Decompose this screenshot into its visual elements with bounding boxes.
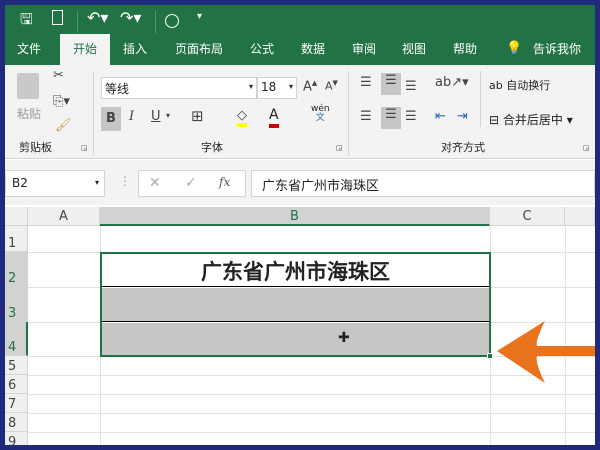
column-header-b[interactable]: B	[100, 207, 490, 226]
tab-home[interactable]: 开始	[60, 34, 111, 65]
row-header-8[interactable]: 8	[5, 413, 28, 432]
row-header-1[interactable]: 1	[5, 226, 28, 252]
merge-center-label: 合并后居中	[502, 113, 563, 127]
font-color-icon[interactable]: A	[269, 107, 279, 128]
decrease-indent-icon[interactable]: ⇤	[435, 109, 446, 124]
bold-button[interactable]: B	[101, 107, 121, 131]
tab-file[interactable]: 文件	[9, 34, 49, 65]
copy-icon[interactable]: ⎘▾	[53, 94, 70, 109]
tab-review[interactable]: 审阅	[344, 34, 384, 65]
align-bottom-icon[interactable]: ☰	[405, 79, 417, 94]
lightbulb-icon: 💡	[506, 41, 523, 56]
customize-icon[interactable]: ▾	[197, 11, 202, 22]
increase-indent-icon[interactable]: ⇥	[457, 109, 468, 124]
merge-center-button[interactable]: ⊟ 合并后居中 ▾	[489, 111, 573, 128]
wrap-text-label: 自动换行	[506, 79, 551, 92]
column-header-a[interactable]: A	[28, 207, 100, 226]
undo-icon[interactable]: ↶▾	[87, 8, 108, 27]
insert-function-icon[interactable]: fx	[219, 175, 230, 189]
underline-button[interactable]: U	[151, 109, 161, 124]
row-header-7[interactable]: 7	[5, 394, 28, 413]
more-icon: ⋮	[119, 174, 131, 188]
wrap-text-button[interactable]: ab 自动换行	[489, 77, 550, 93]
dialog-launcher-icon[interactable]: ◲	[336, 144, 343, 152]
align-top-icon[interactable]: ☰	[360, 75, 372, 90]
tab-insert[interactable]: 插入	[115, 34, 155, 65]
row-header-3[interactable]: 3	[5, 287, 28, 322]
fill-handle[interactable]	[487, 353, 493, 359]
clipboard-group-label: 剪贴板	[19, 141, 52, 154]
dialog-launcher-icon[interactable]: ◲	[81, 144, 88, 152]
new-file-icon[interactable]	[52, 10, 63, 25]
quick-access-toolbar: 🖫 ↶▾ ↷▾ ▾	[5, 5, 595, 34]
tab-page-layout[interactable]: 页面布局	[167, 34, 231, 65]
row-header-5[interactable]: 5	[5, 356, 28, 375]
align-left-icon[interactable]: ☰	[360, 109, 372, 124]
cut-icon[interactable]: ✂	[53, 68, 64, 83]
decrease-font-icon[interactable]: A▼	[325, 79, 338, 93]
selected-range-b2-b4[interactable]: 广东省广州市海珠区 ✚	[100, 252, 493, 359]
font-name-select[interactable]: 等线 ▾	[101, 77, 257, 99]
align-middle-icon[interactable]: ☰	[381, 73, 401, 95]
column-header-d[interactable]	[565, 207, 595, 226]
cell-cursor-icon: ✚	[338, 330, 350, 346]
tab-data[interactable]: 数据	[293, 34, 333, 65]
formula-bar: B2 ▾ ⋮ ✕ ✓ fx 广东省广州市海珠区	[5, 160, 595, 205]
tell-me-search[interactable]: 告诉我你想	[525, 34, 595, 87]
chevron-down-icon[interactable]: ▾	[166, 111, 170, 120]
phonetic-guide-button[interactable]: wén 文	[311, 105, 330, 123]
row-header-6[interactable]: 6	[5, 375, 28, 394]
circle-icon[interactable]	[165, 14, 179, 28]
cancel-icon[interactable]: ✕	[149, 175, 161, 191]
redo-icon[interactable]: ↷▾	[120, 8, 141, 27]
tab-formulas[interactable]: 公式	[242, 34, 282, 65]
font-name-value: 等线	[105, 82, 130, 96]
name-box[interactable]: B2 ▾	[5, 170, 105, 197]
ribbon-tabs: 文件 开始 插入 页面布局 公式 数据 审阅 视图 帮助 💡 告诉我你想	[5, 34, 595, 87]
excel-window: 🖫 ↶▾ ↷▾ ▾ 文件 开始 插入 页面布局 公式 数据 审阅 视图 帮助 💡…	[5, 5, 595, 445]
format-painter-icon[interactable]: 🖌	[55, 118, 72, 133]
dialog-launcher-icon[interactable]: ◲	[583, 144, 590, 152]
merge-icon: ⊟	[489, 113, 500, 127]
wrap-text-icon: ab	[489, 79, 503, 92]
alignment-group-label: 对齐方式	[441, 141, 485, 154]
increase-font-icon[interactable]: A▲	[303, 79, 317, 94]
font-size-select[interactable]: 18 ▾	[257, 77, 297, 99]
tab-view[interactable]: 视图	[394, 34, 434, 65]
arrow-annotation-icon	[497, 321, 595, 383]
paste-icon[interactable]	[17, 73, 39, 99]
paste-button[interactable]: 粘贴	[17, 105, 41, 122]
column-header-c[interactable]: C	[490, 207, 565, 226]
phonetic-bottom: 文	[315, 113, 325, 123]
formula-input[interactable]: 广东省广州市海珠区	[251, 170, 595, 197]
worksheet-grid: A B C 1 2 3 4 5 6 7 8 9 广东省广州市海珠区 ✚	[5, 207, 595, 445]
borders-icon[interactable]: ⊞	[191, 107, 204, 125]
font-group-label: 字体	[201, 141, 223, 154]
orientation-icon[interactable]: ab↗▾	[435, 75, 469, 90]
name-box-value: B2	[12, 176, 28, 190]
row-header-9[interactable]: 9	[5, 432, 28, 445]
enter-icon[interactable]: ✓	[185, 175, 197, 191]
font-size-value: 18	[261, 80, 277, 94]
ribbon: 粘贴 ✂ ⎘▾ 🖌 剪贴板 ◲ 等线 ▾ 18 ▾ A▲ A▼ B I U ▾ ⊞ …	[5, 65, 595, 159]
align-center-icon[interactable]: ☰	[381, 107, 401, 129]
cell-b2[interactable]: 广东省广州市海珠区	[102, 254, 489, 287]
cell-b3[interactable]	[102, 288, 489, 322]
fill-color-icon[interactable]: ◇	[237, 108, 247, 127]
select-all-button[interactable]	[5, 207, 28, 226]
cell-b4[interactable]	[102, 323, 489, 355]
tab-help[interactable]: 帮助	[445, 34, 485, 65]
row-header-4[interactable]: 4	[5, 322, 28, 356]
formula-buttons: ✕ ✓ fx	[138, 170, 246, 197]
align-right-icon[interactable]: ☰	[405, 109, 417, 124]
italic-button[interactable]: I	[129, 109, 134, 124]
row-header-2[interactable]: 2	[5, 252, 28, 287]
save-icon[interactable]: 🖫	[20, 9, 33, 34]
